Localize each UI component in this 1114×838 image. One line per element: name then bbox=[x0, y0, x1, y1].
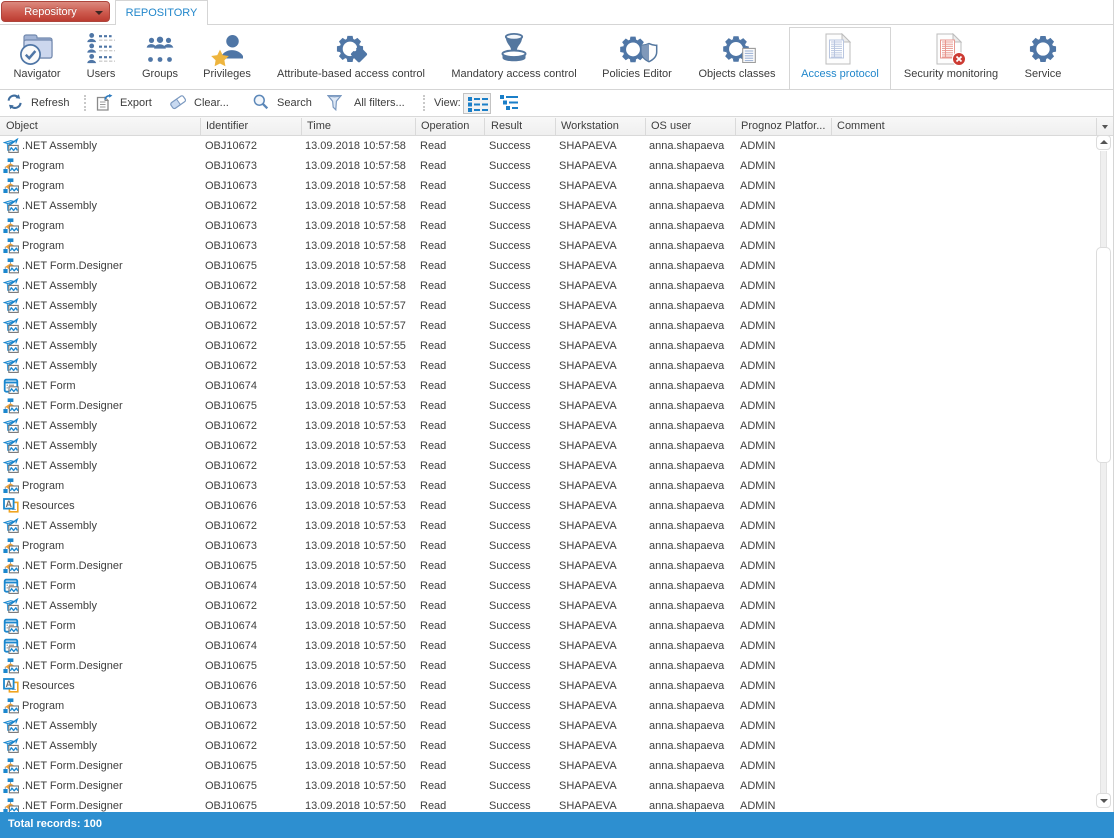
svg-text:A: A bbox=[6, 679, 13, 689]
svg-text:A: A bbox=[6, 499, 13, 509]
